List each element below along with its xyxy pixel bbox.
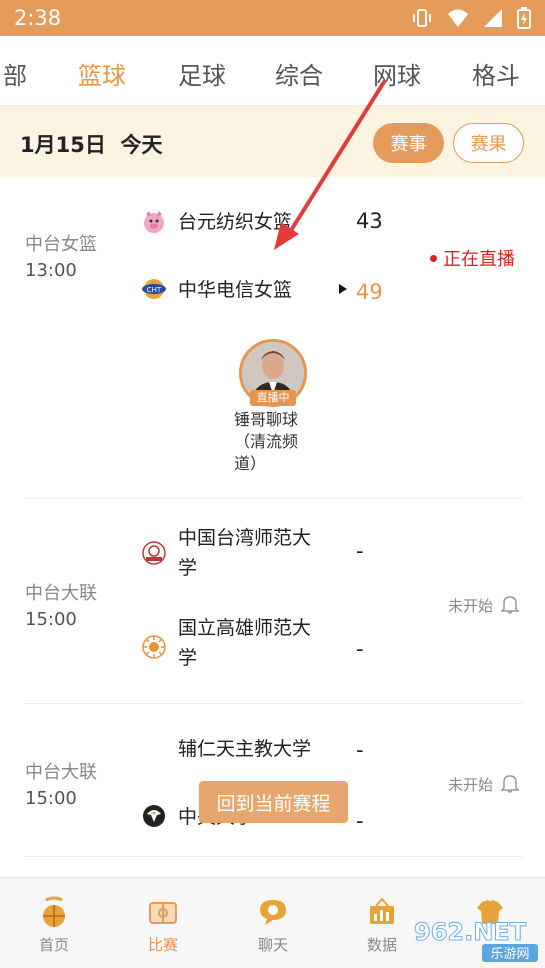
wifi-icon <box>448 9 468 27</box>
team-logo-pig-icon <box>144 211 164 233</box>
data-chart-icon <box>370 897 394 924</box>
status-icons <box>411 7 531 29</box>
team-logo-basketball-icon: CHT <box>142 279 166 299</box>
team-logo-sun-icon <box>142 635 166 659</box>
live-status: 正在直播 <box>430 245 515 271</box>
tab-all[interactable]: 部 <box>3 56 27 91</box>
home-score: - <box>356 738 364 762</box>
match-status: 未开始 <box>448 776 494 794</box>
divider <box>24 856 522 857</box>
app-screen: 2:38 部 篮球 足球 综合 网球 格斗 1月15日 今天 赛事 赛果 中台女… <box>0 0 545 968</box>
home-basketball-icon <box>43 896 65 927</box>
match-card[interactable]: 中台大联 15:00 中国台湾师范大学 - 国立高雄师范大学 - 未开始 <box>0 499 545 704</box>
nav-chat-label: 聊天 <box>257 936 288 954</box>
live-dot-icon <box>430 254 437 262</box>
home-score: - <box>356 539 364 563</box>
away-score: - <box>356 809 364 833</box>
back-to-current-button[interactable]: 回到当前赛程 <box>199 781 348 823</box>
home-team-name: 中国台湾师范大学 <box>178 527 312 579</box>
scoreboard-icon <box>149 902 177 924</box>
away-team-name: 中华电信女篮 <box>178 279 293 301</box>
bell-icon[interactable] <box>501 594 519 614</box>
match-time: 15:00 <box>25 788 77 809</box>
anchor-name[interactable]: 锤哥聊球（清流频道） <box>234 409 314 475</box>
live-status-label: 正在直播 <box>443 249 515 270</box>
vibrate-icon <box>413 9 431 27</box>
home-score: 43 <box>356 209 383 233</box>
svg-text:CHT: CHT <box>147 286 162 294</box>
league-name: 中台大联 <box>25 583 97 604</box>
tab-combat[interactable]: 格斗 <box>472 56 520 91</box>
tab-general[interactable]: 综合 <box>275 56 323 91</box>
date-bar: 1月15日 今天 赛事 赛果 <box>0 106 545 177</box>
match-card[interactable]: 中台大联 15:00 辅仁天主教大学 - 中央大学 - 未开始 <box>0 704 545 856</box>
match-status: 未开始 <box>448 597 494 615</box>
nav-chat[interactable]: 聊天 <box>233 878 313 968</box>
chat-bubble-icon <box>260 900 286 925</box>
date-label: 1月15日 今天 <box>20 133 163 157</box>
away-team-name: 国立高雄师范大学 <box>178 617 312 669</box>
nav-matches[interactable]: 比赛 <box>123 878 203 968</box>
results-filter-button[interactable]: 赛果 <box>453 123 524 163</box>
watermark-brand: 962.NET <box>414 918 527 946</box>
anchor-live-badge: 直播中 <box>250 390 296 406</box>
sport-tabs: 部 篮球 足球 综合 网球 格斗 <box>0 36 545 106</box>
status-bar: 2:38 <box>0 0 545 36</box>
serve-indicator-icon <box>339 284 347 294</box>
events-filter-button[interactable]: 赛事 <box>373 123 444 163</box>
match-time: 13:00 <box>25 260 77 281</box>
watermark-site: 乐游网 <box>490 947 529 962</box>
tab-football[interactable]: 足球 <box>178 56 226 91</box>
home-team-name: 台元纺织女篮 <box>178 211 293 233</box>
away-score: - <box>356 637 364 661</box>
team-logo-eagle-icon <box>143 805 165 827</box>
tab-basketball[interactable]: 篮球 <box>78 56 126 91</box>
battery-icon <box>517 7 531 29</box>
away-score: 49 <box>356 280 383 304</box>
nav-matches-label: 比赛 <box>147 936 178 954</box>
match-time: 15:00 <box>25 609 77 630</box>
home-team-name: 辅仁天主教大学 <box>178 738 312 760</box>
league-name: 中台大联 <box>25 762 97 783</box>
signal-icon <box>484 9 502 27</box>
nav-home-label: 首页 <box>38 936 69 954</box>
site-watermark-logo: 962.NET 乐游网 <box>414 918 538 962</box>
nav-home[interactable]: 首页 <box>14 878 94 968</box>
status-time: 2:38 <box>14 6 62 30</box>
bell-icon[interactable] <box>501 773 519 793</box>
team-logo-crest-icon <box>142 541 166 565</box>
league-name: 中台女篮 <box>25 234 97 255</box>
tab-tennis[interactable]: 网球 <box>373 56 421 91</box>
